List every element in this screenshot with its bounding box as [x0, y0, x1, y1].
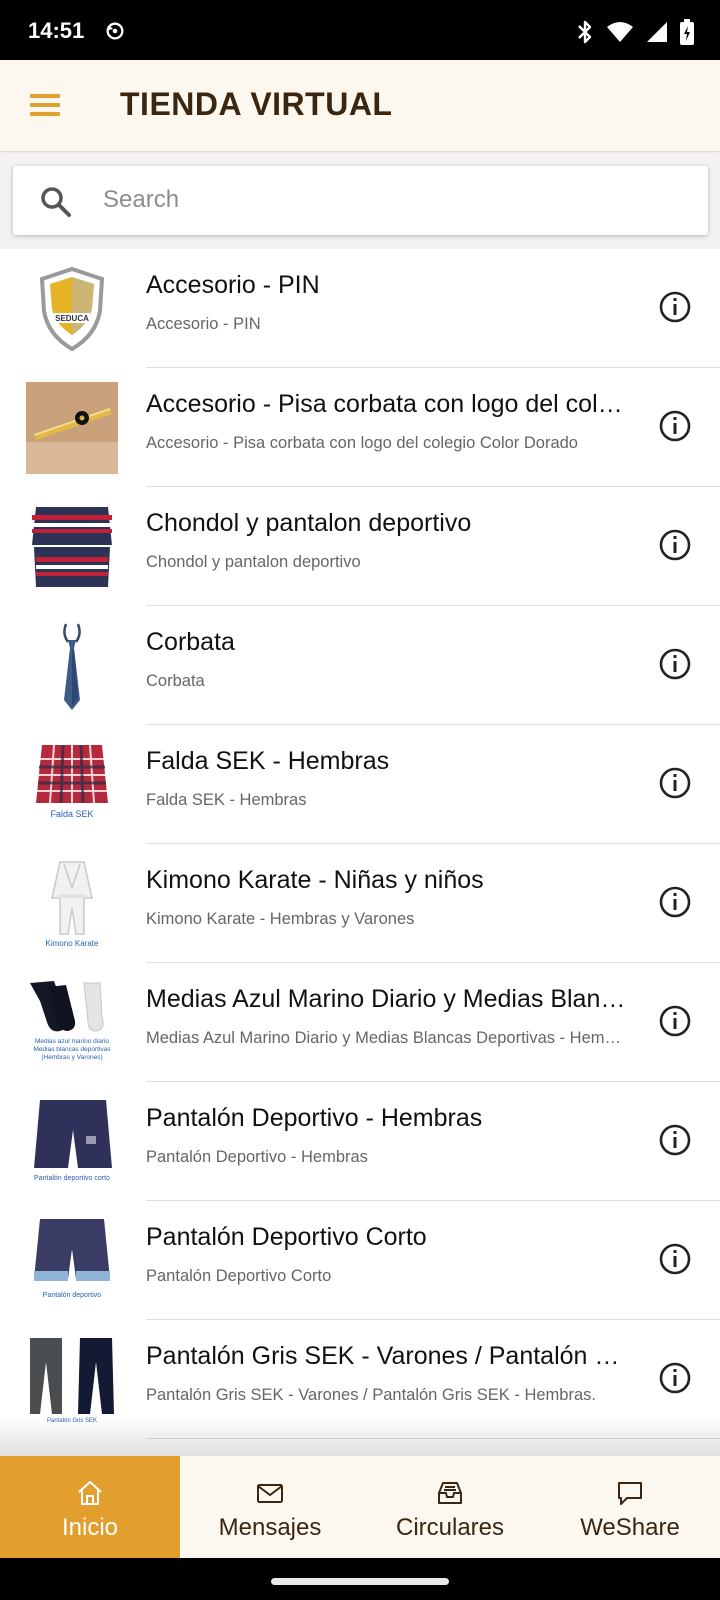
nav-item-inicio[interactable]: Inicio	[0, 1456, 180, 1558]
svg-text:(Hembras y Varones): (Hembras y Varones)	[41, 1054, 102, 1061]
product-title: Medias Azul Marino Diario y Medias Blanc…	[146, 985, 626, 1013]
search-box[interactable]	[13, 166, 708, 235]
info-icon[interactable]	[655, 1120, 695, 1160]
mail-icon	[257, 1484, 283, 1503]
info-icon[interactable]	[655, 406, 695, 446]
product-thumbnail: Pantalón deportivo	[26, 1215, 118, 1307]
product-title: Chondol y pantalon deportivo	[146, 509, 472, 537]
product-thumbnail	[26, 382, 118, 474]
svg-text:SEDUCA: SEDUCA	[55, 314, 89, 323]
product-subtitle: Pantalón Deportivo - Hembras	[146, 1148, 368, 1166]
info-icon[interactable]	[655, 525, 695, 565]
info-icon[interactable]	[655, 1239, 695, 1279]
product-subtitle: Chondol y pantalon deportivo	[146, 553, 361, 571]
page-title: TIENDA VIRTUAL	[120, 86, 393, 122]
product-subtitle: Medias Azul Marino Diario y Medias Blanc…	[146, 1029, 626, 1047]
info-icon[interactable]	[655, 644, 695, 684]
svg-text:Falda SEK: Falda SEK	[50, 809, 93, 819]
product-title: Kimono Karate - Niñas y niños	[146, 866, 484, 894]
svg-text:Medias blancas deportivas: Medias blancas deportivas	[34, 1046, 112, 1053]
home-gesture-handle[interactable]	[271, 1578, 449, 1585]
nav-item-mensajes[interactable]: Mensajes	[180, 1456, 360, 1558]
product-title: Corbata	[146, 628, 235, 656]
nav-label: Circulares	[395, 1514, 505, 1541]
search-area	[0, 153, 720, 249]
product-title: Pantalón Deportivo Corto	[146, 1223, 427, 1251]
nav-item-weshare[interactable]: WeShare	[540, 1456, 720, 1558]
info-icon[interactable]	[655, 1001, 695, 1041]
product-thumbnail: Pantalón deportivo corto	[26, 1096, 118, 1188]
bottom-navigation: Inicio Mensajes Circulares WeShare	[0, 1456, 720, 1558]
status-icons	[576, 18, 694, 46]
info-icon[interactable]	[655, 763, 695, 803]
info-icon[interactable]	[655, 1358, 695, 1398]
product-thumbnail: Falda SEK	[26, 739, 118, 831]
list-item[interactable]: Pantalón deportivo Pantalón Deportivo Co…	[0, 1201, 720, 1320]
wifi-icon	[607, 22, 633, 42]
bluetooth-icon	[578, 20, 592, 44]
product-title: Pantalón Gris SEK - Varones / Pantalón G…	[146, 1342, 626, 1370]
hamburger-menu-icon[interactable]	[26, 88, 66, 124]
battery-icon	[680, 19, 694, 45]
product-title: Pantalón Deportivo - Hembras	[146, 1104, 483, 1132]
list-item[interactable]: Accesorio - Pisa corbata con logo del co…	[0, 368, 720, 487]
product-subtitle: Corbata	[146, 672, 205, 690]
list-item[interactable]: SEDUCA Accesorio - PIN Accesorio - PIN	[0, 249, 720, 368]
chat-bubble-icon	[618, 1482, 642, 1505]
signal-icon	[647, 22, 667, 42]
product-thumbnail	[26, 501, 118, 593]
info-icon[interactable]	[655, 287, 695, 327]
product-subtitle: Falda SEK - Hembras	[146, 791, 307, 809]
status-bar: 14:51	[0, 0, 720, 60]
nav-item-circulares[interactable]: Circulares	[360, 1456, 540, 1558]
product-title: Accesorio - Pisa corbata con logo del co…	[146, 390, 626, 418]
product-list: SEDUCA Accesorio - PIN Accesorio - PIN A…	[0, 249, 720, 1439]
svg-text:Pantalón deportivo: Pantalón deportivo	[43, 1292, 101, 1299]
app-bar: TIENDA VIRTUAL	[0, 60, 720, 152]
gesture-bar	[0, 1558, 720, 1600]
product-thumbnail: SEDUCA	[26, 263, 118, 355]
list-item[interactable]: Pantalón deportivo corto Pantalón Deport…	[0, 1082, 720, 1201]
list-item[interactable]: Falda SEK Falda SEK - Hembras Falda SEK …	[0, 725, 720, 844]
list-item[interactable]: Corbata Corbata	[0, 606, 720, 725]
list-item[interactable]: Chondol y pantalon deportivo Chondol y p…	[0, 487, 720, 606]
product-thumbnail: Kimono Karate	[26, 858, 118, 950]
product-thumbnail: Medias azul marino diario Medias blancas…	[26, 977, 118, 1069]
home-icon	[78, 1481, 102, 1505]
product-subtitle: Kimono Karate - Hembras y Varones	[146, 910, 415, 928]
product-thumbnail	[26, 620, 118, 712]
nav-label: WeShare	[580, 1514, 680, 1541]
inbox-tray-icon	[438, 1482, 462, 1504]
svg-text:Kimono Karate: Kimono Karate	[46, 939, 99, 948]
list-item[interactable]: Kimono Karate Kimono Karate - Niñas y ni…	[0, 844, 720, 963]
svg-text:Medias azul marino diario: Medias azul marino diario	[35, 1038, 109, 1045]
product-subtitle: Accesorio - PIN	[146, 315, 261, 333]
product-title: Falda SEK - Hembras	[146, 747, 390, 775]
search-input[interactable]	[103, 180, 683, 220]
product-title: Accesorio - PIN	[146, 271, 320, 299]
product-subtitle: Accesorio - Pisa corbata con logo del co…	[146, 434, 578, 452]
product-subtitle: Pantalón Gris SEK - Varones / Pantalón G…	[146, 1386, 596, 1404]
list-item[interactable]: Medias azul marino diario Medias blancas…	[0, 963, 720, 1082]
svg-text:Pantalón deportivo corto: Pantalón deportivo corto	[34, 1175, 110, 1182]
product-thumbnail: Pantalón Gris SEK	[26, 1334, 118, 1426]
status-time: 14:51	[28, 18, 85, 43]
sync-icon	[106, 22, 124, 40]
nav-shadow	[0, 1416, 720, 1456]
nav-label: Mensajes	[218, 1514, 322, 1541]
search-icon	[41, 187, 71, 217]
nav-label: Inicio	[61, 1514, 119, 1541]
info-icon[interactable]	[655, 882, 695, 922]
product-subtitle: Pantalón Deportivo Corto	[146, 1267, 332, 1285]
